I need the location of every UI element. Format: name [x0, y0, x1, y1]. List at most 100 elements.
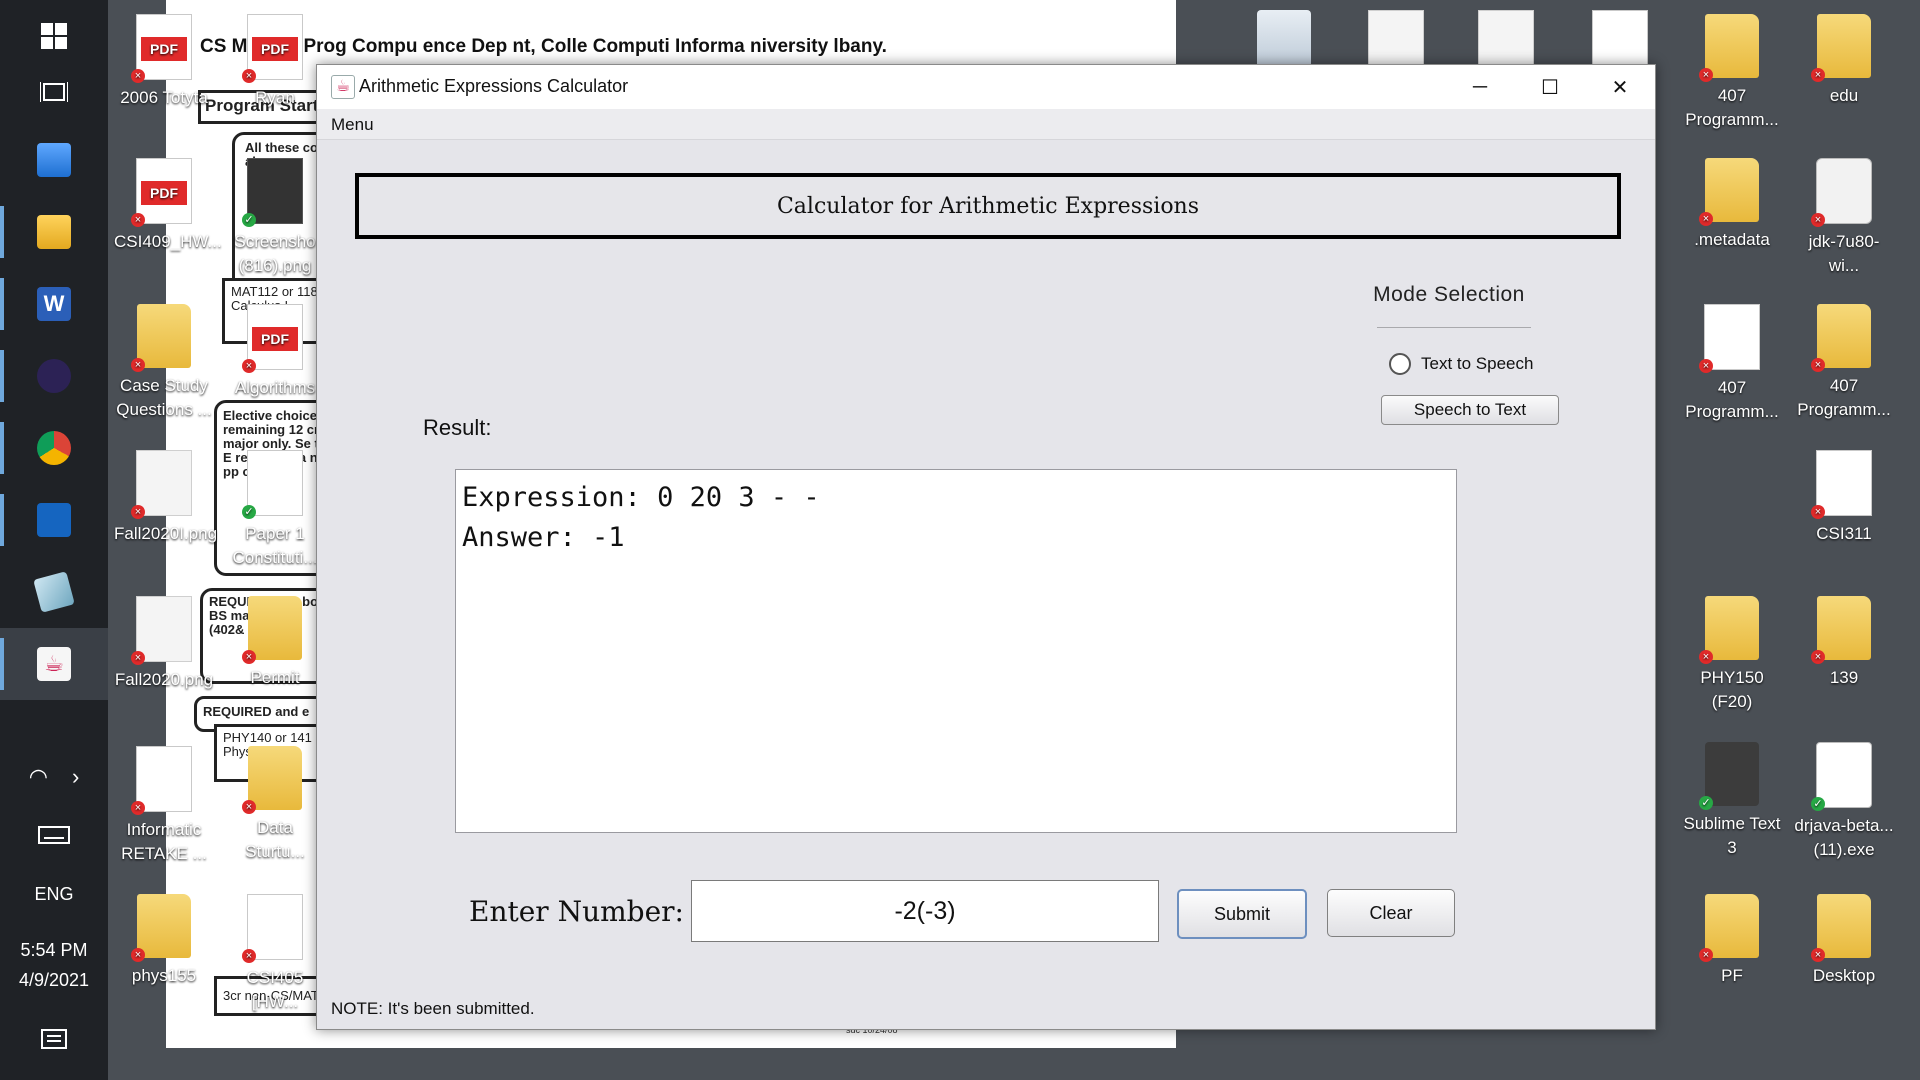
sync-error-icon: ×: [1699, 359, 1713, 373]
clock-time[interactable]: 5:54 PM: [0, 940, 108, 961]
desktop-icon[interactable]: ✓ drjava-beta... (11).exe: [1794, 742, 1894, 862]
desktop-icon[interactable]: × Fall2020I.png: [114, 450, 218, 546]
desktop-icon-label: drjava-beta... (11).exe: [1794, 816, 1894, 859]
speech-to-text-button[interactable]: Speech to Text: [1381, 395, 1559, 425]
desktop-icon-label: Fall2020I.png: [114, 524, 218, 543]
taskbar-media-player[interactable]: [0, 484, 108, 556]
desktop-icon[interactable]: ✓ Screensho (816).png: [225, 158, 325, 278]
desktop-icon[interactable]: × Ryan: [225, 14, 325, 110]
desktop-icon[interactable]: × Data Sturtu...: [225, 746, 325, 864]
clock-date[interactable]: 4/9/2021: [0, 970, 108, 991]
desktop-icon[interactable]: × Informatic RETAKE ...: [114, 746, 214, 866]
background-document-heading: CS Maj rad Prog Compu ence Dep nt, Colle…: [200, 36, 887, 57]
desktop-icon[interactable]: × 407 Programm...: [1682, 14, 1782, 132]
desktop-icon-label: 407 Programm...: [1685, 378, 1779, 421]
desktop-icon-label: PHY150 (F20): [1700, 668, 1764, 711]
desktop-icon-label: Paper 1 Constituti...: [232, 524, 318, 567]
task-view-icon: [40, 82, 68, 102]
maximize-button[interactable]: ☐: [1515, 65, 1585, 109]
folder-icon: ×: [242, 596, 302, 664]
sync-error-icon: ×: [1699, 650, 1713, 664]
taskbar-file-explorer[interactable]: [0, 196, 108, 268]
sync-ok-icon: ✓: [1699, 796, 1713, 810]
desktop-icon-label: phys155: [131, 966, 197, 985]
desktop-icon[interactable]: × 407 Programm...: [1682, 304, 1782, 424]
minimize-icon: ─: [1472, 75, 1488, 98]
taskbar-eclipse[interactable]: [0, 340, 108, 412]
minimize-button[interactable]: ─: [1445, 65, 1515, 109]
document-icon: ×: [1699, 304, 1760, 373]
zip-folder-icon: ×: [1699, 14, 1759, 82]
sync-ok-icon: ✓: [1811, 797, 1825, 811]
clear-button[interactable]: Clear: [1327, 889, 1455, 937]
taskbar-java-app[interactable]: ☕: [0, 628, 108, 700]
sync-error-icon: ×: [242, 800, 256, 814]
taskbar-notes[interactable]: [0, 556, 108, 628]
word-icon: ×: [1811, 450, 1872, 519]
desktop-icon[interactable]: × CSI409_HW...: [114, 158, 222, 254]
desktop-icon[interactable]: × jdk-7u80-wi...: [1794, 158, 1894, 278]
text-to-speech-radio[interactable]: [1389, 353, 1411, 375]
desktop-icon[interactable]: × 407 Programm...: [1794, 304, 1894, 422]
result-textarea[interactable]: Expression: 0 20 3 - - Answer: -1: [455, 469, 1457, 833]
sync-error-icon: ×: [131, 651, 145, 665]
desktop-icon[interactable]: × CSI311: [1794, 450, 1894, 546]
text-to-speech-option[interactable]: Text to Speech: [1389, 353, 1533, 375]
menu-bar: Menu: [317, 109, 1655, 140]
desktop-icon[interactable]: × PF: [1682, 894, 1782, 988]
document-icon: ×: [242, 894, 303, 963]
desktop-icon-label: .metadata: [1694, 230, 1770, 249]
desktop-icon[interactable]: × Algorithms: [225, 304, 325, 400]
network-tray[interactable]: ◠ ›: [0, 752, 108, 802]
desktop-icon[interactable]: ✓ Paper 1 Constituti...: [225, 450, 325, 570]
enter-number-label: Enter Number:: [469, 895, 684, 928]
chevron-right-icon: ›: [71, 764, 80, 789]
taskbar-photos[interactable]: [0, 124, 108, 196]
desktop-icon[interactable]: ✓ Sublime Text 3: [1682, 742, 1782, 860]
sync-error-icon: ×: [1699, 948, 1713, 962]
sync-error-icon: ×: [1811, 68, 1825, 82]
desktop-icon-label: Data Sturtu...: [245, 818, 305, 861]
number-input[interactable]: -2(-3): [691, 880, 1159, 942]
desktop-icon-label: 2006 Totyta: [120, 88, 208, 107]
language-indicator[interactable]: ENG: [0, 884, 108, 905]
mode-divider: [1377, 327, 1531, 328]
photos-icon: [37, 143, 71, 177]
desktop-icon[interactable]: × .metadata: [1682, 158, 1782, 252]
folder-icon: ×: [131, 304, 191, 372]
window-title: Arithmetic Expressions Calculator: [359, 76, 629, 96]
sync-error-icon: ×: [1811, 505, 1825, 519]
desktop-icon[interactable]: × CSI405 [HW...: [225, 894, 325, 1014]
desktop-icon[interactable]: × PHY150 (F20): [1682, 596, 1782, 714]
desktop-icon-label: 139: [1829, 668, 1859, 687]
desktop-icon-label: jdk-7u80-wi...: [1808, 232, 1880, 275]
desktop-icon-label: Ryan: [255, 88, 295, 107]
taskbar-word[interactable]: W: [0, 268, 108, 340]
menu-item-menu[interactable]: Menu: [331, 115, 374, 135]
desktop-icon[interactable]: × phys155: [114, 894, 214, 988]
taskbar-chrome[interactable]: [0, 412, 108, 484]
chrome-icon: [37, 431, 71, 465]
desktop-icon[interactable]: × Desktop: [1794, 894, 1894, 988]
title-bar[interactable]: ☕ Arithmetic Expressions Calculator ─ ☐ …: [317, 65, 1655, 109]
touch-keyboard-button[interactable]: [0, 810, 108, 860]
desktop-icon-label: Algorithms: [234, 378, 316, 397]
folder-icon: ×: [131, 894, 191, 962]
desktop-icon-label: Sublime Text 3: [1683, 814, 1781, 857]
result-expression-line: Expression: 0 20 3 - -: [462, 482, 820, 513]
close-button[interactable]: ✕: [1585, 65, 1655, 109]
submit-button[interactable]: Submit: [1177, 889, 1307, 939]
desktop-icon[interactable]: × 2006 Totyta: [114, 14, 214, 110]
desktop-icon-label: edu: [1829, 86, 1859, 105]
desktop-icon[interactable]: × Case Study Questions ...: [114, 304, 214, 422]
desktop-icon[interactable]: × Permit: [225, 596, 325, 690]
folder-icon: ×: [1699, 596, 1759, 664]
desktop-icon[interactable]: × edu: [1794, 14, 1894, 108]
desktop-icon[interactable]: × Fall2020.png: [114, 596, 214, 692]
task-view-button[interactable]: [0, 56, 108, 128]
close-icon: ✕: [1611, 76, 1629, 99]
action-center-button[interactable]: [0, 1016, 108, 1066]
eclipse-icon: [37, 359, 71, 393]
desktop-icon[interactable]: × 139: [1794, 596, 1894, 690]
image-icon: ✓: [242, 158, 303, 227]
